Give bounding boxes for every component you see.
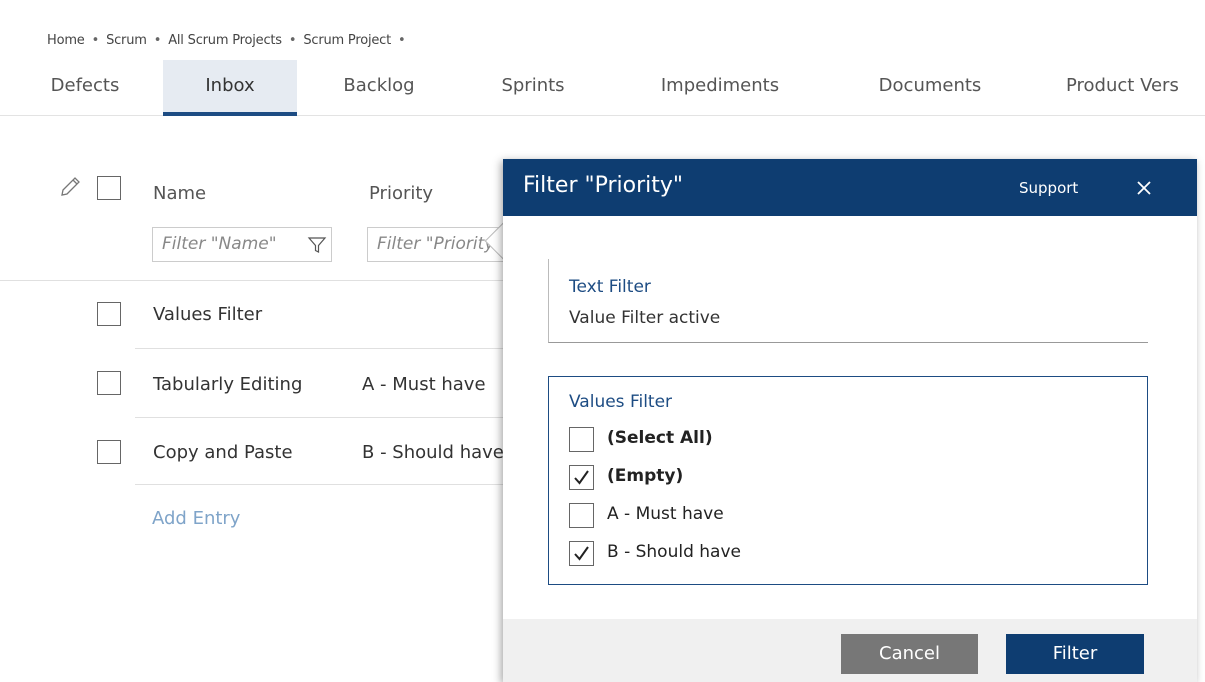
values-filter-label: Values Filter bbox=[569, 392, 673, 412]
select-all-checkbox[interactable] bbox=[97, 176, 121, 200]
breadcrumb-separator: • bbox=[398, 33, 406, 48]
row-checkbox[interactable] bbox=[97, 440, 121, 464]
priority-filter-input[interactable]: Filter "Priority" bbox=[367, 227, 507, 262]
support-link[interactable]: Support bbox=[1019, 179, 1078, 197]
row-name[interactable]: Copy and Paste bbox=[153, 442, 293, 463]
select-all-option-checkbox[interactable] bbox=[569, 427, 594, 452]
dialog-header: Filter "Priority" Support bbox=[503, 159, 1197, 216]
a-must-have-option-checkbox[interactable] bbox=[569, 503, 594, 528]
checkmark-icon bbox=[574, 470, 589, 485]
text-filter-section[interactable]: Text Filter Value Filter active bbox=[548, 259, 1148, 343]
empty-option-checkbox[interactable] bbox=[569, 465, 594, 490]
breadcrumb-separator: • bbox=[91, 33, 100, 48]
breadcrumb-separator: • bbox=[153, 33, 162, 48]
header: Home • Scrum • All Scrum Projects • Scrum Proj… bbox=[0, 0, 1205, 116]
option-label: (Empty) bbox=[607, 466, 684, 486]
values-filter-section: Values Filter (Select All) (Empty) A - M… bbox=[548, 376, 1148, 585]
row-checkbox[interactable] bbox=[97, 302, 121, 326]
cancel-button[interactable]: Cancel bbox=[841, 634, 978, 674]
tab-impediments[interactable]: Impediments bbox=[634, 60, 806, 116]
tab-inbox[interactable]: Inbox bbox=[163, 60, 297, 116]
row-divider bbox=[135, 417, 505, 418]
checkmark-icon bbox=[574, 546, 589, 561]
column-header-name[interactable]: Name bbox=[153, 183, 206, 204]
text-filter-label: Text Filter bbox=[569, 277, 651, 297]
row-divider bbox=[135, 484, 505, 485]
breadcrumb-scrum[interactable]: Scrum bbox=[106, 33, 147, 48]
row-priority[interactable]: A - Must have bbox=[362, 374, 486, 395]
tab-defects[interactable]: Defects bbox=[30, 60, 140, 116]
tab-product-versions[interactable]: Product Vers bbox=[1052, 60, 1205, 116]
name-filter-placeholder: Filter "Name" bbox=[162, 234, 277, 254]
text-filter-value: Value Filter active bbox=[569, 308, 721, 328]
option-label: B - Should have bbox=[607, 542, 741, 562]
name-filter-input[interactable]: Filter "Name" bbox=[152, 227, 332, 262]
dialog-footer: Cancel Filter bbox=[503, 619, 1197, 682]
option-label: A - Must have bbox=[607, 504, 724, 524]
filter-button[interactable]: Filter bbox=[1006, 634, 1144, 674]
filter-dialog: Filter "Priority" Support Text Filter Va… bbox=[503, 159, 1197, 682]
priority-filter-placeholder: Filter "Priority" bbox=[377, 234, 503, 254]
b-should-have-option-checkbox[interactable] bbox=[569, 541, 594, 566]
pencil-icon[interactable] bbox=[58, 175, 82, 199]
breadcrumb-scrum-project[interactable]: Scrum Project bbox=[303, 33, 391, 48]
option-label: (Select All) bbox=[607, 428, 713, 448]
tab-documents[interactable]: Documents bbox=[850, 60, 1010, 116]
column-header-priority[interactable]: Priority bbox=[369, 183, 433, 204]
add-entry-link[interactable]: Add Entry bbox=[152, 508, 240, 529]
breadcrumb-all-scrum-projects[interactable]: All Scrum Projects bbox=[168, 33, 282, 48]
tab-bar: Defects Inbox Backlog Sprints Impediment… bbox=[0, 60, 1205, 116]
dialog-title: Filter "Priority" bbox=[523, 173, 684, 198]
row-name[interactable]: Values Filter bbox=[153, 304, 262, 325]
breadcrumb-separator: • bbox=[288, 33, 297, 48]
header-divider bbox=[0, 280, 505, 281]
row-name[interactable]: Tabularly Editing bbox=[153, 374, 302, 395]
funnel-icon[interactable] bbox=[307, 235, 327, 255]
close-icon[interactable] bbox=[1131, 175, 1157, 201]
breadcrumb-home[interactable]: Home bbox=[47, 33, 85, 48]
breadcrumb: Home • Scrum • All Scrum Projects • Scrum Proj… bbox=[47, 33, 412, 48]
row-divider bbox=[135, 348, 505, 349]
tab-backlog[interactable]: Backlog bbox=[323, 60, 435, 116]
row-priority[interactable]: B - Should have bbox=[362, 442, 504, 463]
tab-sprints[interactable]: Sprints bbox=[480, 60, 586, 116]
row-checkbox[interactable] bbox=[97, 371, 121, 395]
